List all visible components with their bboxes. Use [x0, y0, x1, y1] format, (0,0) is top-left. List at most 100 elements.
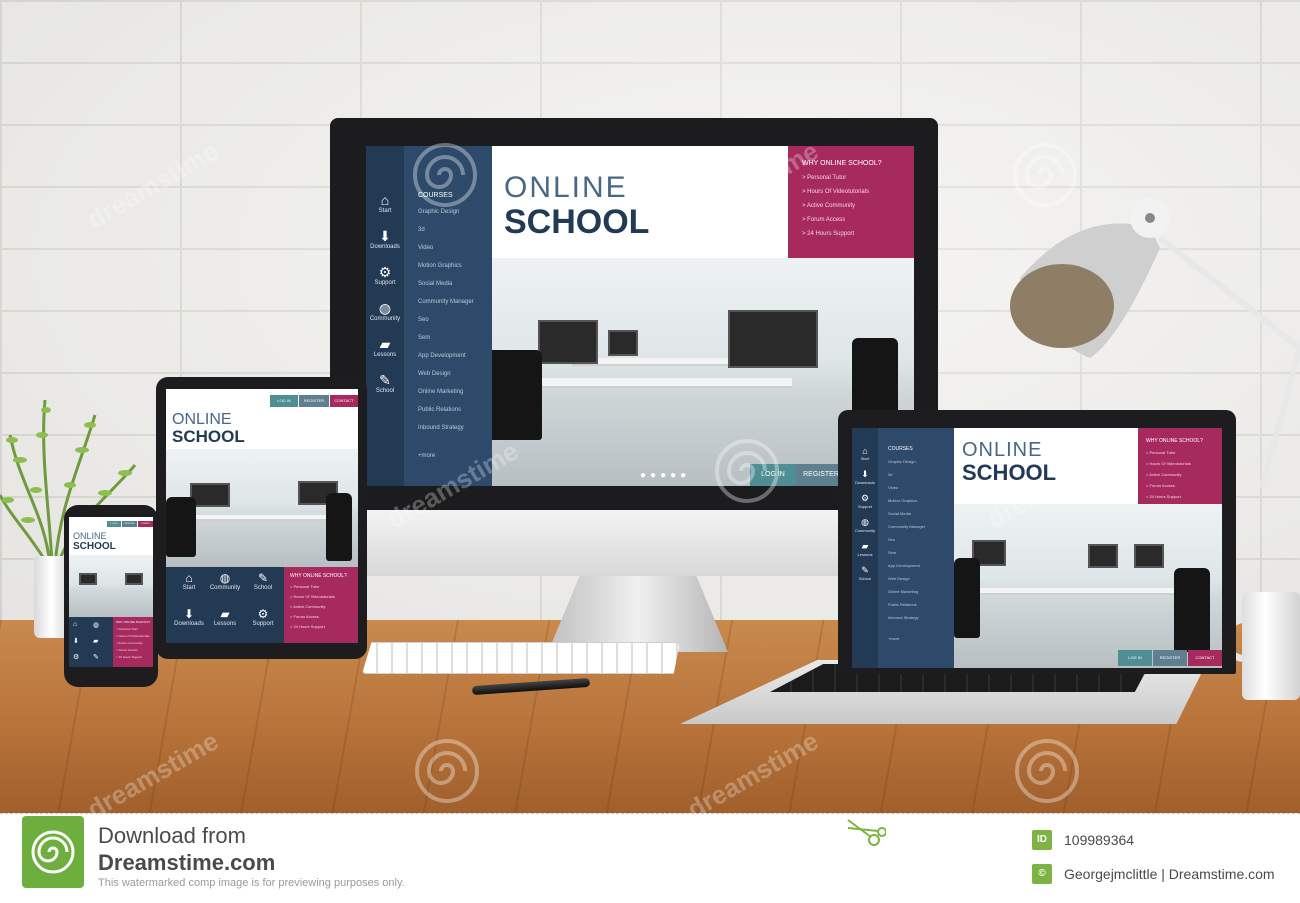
menu-item[interactable]: Sem [888, 550, 954, 555]
home-icon[interactable]: ⌂ [852, 446, 878, 456]
coffee-mug [1242, 592, 1300, 700]
pencil-icon[interactable]: ✎ [93, 653, 99, 661]
tablet-icon-grid: ⌂ Start ◍ Community ✎ School ⬇ Downloads… [166, 567, 284, 643]
desk-row [532, 378, 792, 388]
nav-item-community[interactable]: ◍ Community [366, 300, 404, 336]
nav-label: Lessons [373, 352, 397, 358]
author-credit[interactable]: Georgejmclittle | Dreamstime.com [1064, 866, 1275, 882]
nav-label: Support [374, 280, 396, 286]
nav-item-downloads[interactable]: ⬇ Downloads [172, 607, 206, 627]
more-link[interactable]: +more [888, 636, 954, 641]
nav-label: School [858, 576, 872, 581]
nav-item-lessons[interactable]: ▰ Lessons [208, 607, 242, 627]
download-icon[interactable]: ⬇ [852, 469, 878, 480]
tablet-contact-button[interactable]: CONTACT [330, 395, 358, 407]
nav-label: Support [252, 621, 274, 627]
watermark-spiral-icon [415, 739, 479, 803]
menu-item[interactable]: Seo [418, 317, 492, 323]
why-item: > Forum Access [116, 648, 138, 652]
nav-item-support[interactable]: ⚙ Support [246, 607, 280, 627]
menu-item[interactable]: Social Media [418, 281, 492, 287]
phone-login-button[interactable]: LOG IN [107, 521, 121, 527]
menu-item[interactable]: Inbound Strategy [888, 615, 954, 620]
nav-item-start[interactable]: ⌂ Start [366, 192, 404, 228]
phone-contact-button[interactable]: CONTACT [138, 521, 153, 527]
nav-label: Community [369, 316, 401, 322]
preview-note: This watermarked comp image is for previ… [98, 877, 405, 889]
menu-item[interactable]: 3d [888, 472, 954, 477]
menu-item[interactable]: Public Relations [888, 602, 954, 607]
download-icon: ⬇ [379, 228, 391, 244]
tablet-why-panel: WHY ONLINE SCHOOL? > Personal Tutor > Ho… [284, 567, 358, 643]
gears-icon[interactable]: ⚙ [852, 493, 878, 504]
menu-item[interactable]: Graphic Design [888, 459, 954, 464]
menu-item[interactable]: Online Marketing [418, 389, 492, 395]
phone-topbar: LOG IN REGISTER CONTACT [107, 521, 153, 527]
why-item: > Personal Tutor [1146, 450, 1176, 455]
folder-icon[interactable]: ▰ [852, 541, 878, 552]
dreamstime-link[interactable]: Dreamstime.com [98, 850, 275, 876]
menu-item[interactable]: Video [888, 485, 954, 490]
home-icon[interactable]: ⌂ [73, 621, 77, 628]
menu-item[interactable]: Community Manager [888, 524, 954, 529]
computer-screen [190, 483, 230, 507]
why-item: > Forum Access [802, 217, 846, 223]
menu-item[interactable]: Web Design [888, 576, 954, 581]
menu-item[interactable]: Community Manager [418, 299, 492, 305]
nav-item-school[interactable]: ✎ School [246, 571, 280, 591]
phone-register-button[interactable]: REGISTER [122, 521, 137, 527]
globe-icon[interactable]: ◍ [93, 621, 99, 629]
menu-item[interactable]: App Development [418, 353, 492, 359]
gears-icon: ⚙ [378, 264, 392, 280]
tablet-screen: LOG IN REGISTER CONTACT ONLINE SCHOOL ⌂ … [166, 389, 358, 643]
menu-item[interactable]: App Development [888, 563, 954, 568]
slider-dots[interactable]: ●●●●● [640, 470, 690, 481]
menu-item[interactable]: Motion Graphics [888, 498, 954, 503]
office-chair [1174, 568, 1210, 652]
nav-item-community[interactable]: ◍ Community [208, 571, 242, 591]
why-item: > Personal Tutor [116, 627, 139, 631]
nav-item-lessons[interactable]: ▰ Lessons [366, 336, 404, 372]
menu-item[interactable]: Video [418, 245, 492, 251]
menu-item[interactable]: 3d [418, 227, 492, 233]
menu-item[interactable]: Web Design [418, 371, 492, 377]
tablet-login-button[interactable]: LOG IN [270, 395, 298, 407]
nav-item-start[interactable]: ⌂ Start [172, 571, 206, 591]
nav-label: School [253, 585, 273, 591]
title-school: SCHOOL [73, 541, 116, 552]
desk-row [964, 588, 1184, 595]
tablet-register-button[interactable]: REGISTER [299, 395, 329, 407]
menu-item[interactable]: Public Relations [418, 407, 492, 413]
login-button[interactable]: LOG IN [1118, 650, 1152, 666]
menu-item[interactable]: Social Media [888, 511, 954, 516]
nav-item-downloads[interactable]: ⬇ Downloads [366, 228, 404, 264]
nav-item-support[interactable]: ⚙ Support [366, 264, 404, 300]
menu-item[interactable]: Motion Graphics [418, 263, 492, 269]
contact-button[interactable]: CONTACT [1188, 650, 1222, 666]
why-item: > Forum Access [290, 614, 319, 619]
title-school: SCHOOL [504, 203, 650, 241]
phone-title-box: ONLINE SCHOOL [73, 531, 116, 552]
globe-icon: ◍ [378, 300, 392, 316]
nav-item-school[interactable]: ✎ School [366, 372, 404, 408]
pencil-icon[interactable]: ✎ [852, 565, 878, 576]
nav-rail: ⌂ Start ⬇ Downloads ⚙ Support ◍ Communit… [852, 428, 878, 668]
home-icon: ⌂ [380, 192, 390, 208]
title-school: SCHOOL [172, 427, 245, 446]
globe-icon[interactable]: ◍ [852, 517, 878, 528]
download-icon[interactable]: ⬇ [73, 637, 79, 645]
why-item: > 24 Hours Support [116, 655, 143, 659]
folder-icon[interactable]: ▰ [93, 637, 98, 645]
why-item: > Active Community [290, 604, 326, 609]
gears-icon[interactable]: ⚙ [73, 653, 79, 661]
phone-screen: LOG IN REGISTER CONTACT ONLINE SCHOOL ⌂ … [69, 517, 153, 667]
office-chair [492, 350, 542, 440]
menu-item[interactable]: Online Marketing [888, 589, 954, 594]
menu-item[interactable]: Sem [418, 335, 492, 341]
dreamstime-logo[interactable] [22, 816, 84, 888]
menu-item[interactable]: Inbound Strategy [418, 425, 492, 431]
why-item: > Hours Of Videotutorials [116, 634, 150, 638]
nav-label: Start [860, 456, 870, 461]
register-button[interactable]: REGISTER [1153, 650, 1187, 666]
menu-item[interactable]: Seo [888, 537, 954, 542]
